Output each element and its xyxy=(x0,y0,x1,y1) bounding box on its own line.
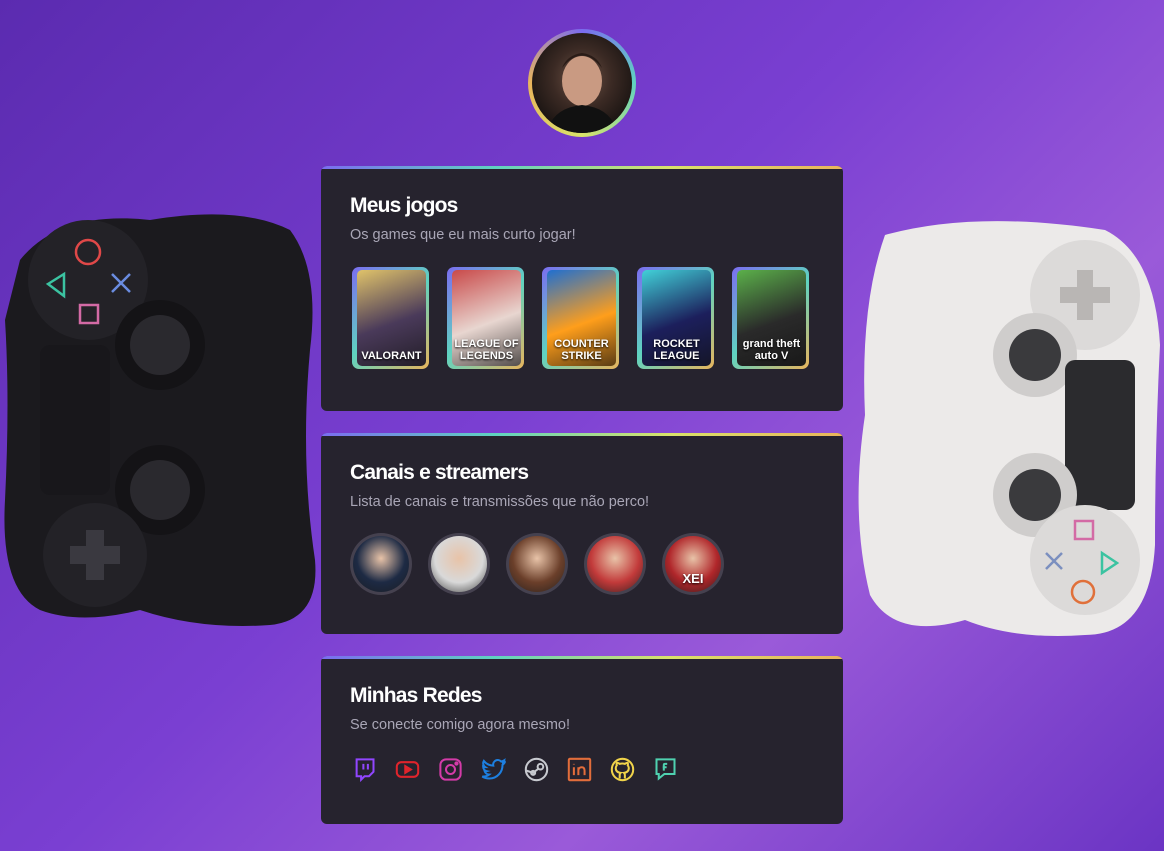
game-cover-art: grand theft auto V xyxy=(737,270,806,366)
linkedin-link[interactable] xyxy=(565,755,594,784)
game-cover-art: VALORANT xyxy=(357,270,426,366)
streamer-avatar-image xyxy=(509,536,565,592)
twitch-icon xyxy=(351,756,378,783)
game-label: COUNTER STRIKE xyxy=(554,338,609,362)
socials-subtitle: Se conecte comigo agora mesmo! xyxy=(350,717,571,733)
streamer-avatar[interactable] xyxy=(350,533,412,595)
steam-icon xyxy=(523,756,550,783)
youtube-icon xyxy=(394,756,421,783)
game-cover-art: ROCKET LEAGUE xyxy=(642,270,711,366)
games-card: Meus jogos Os games que eu mais curto jo… xyxy=(321,166,843,411)
youtube-link[interactable] xyxy=(393,755,422,784)
twitter-icon xyxy=(480,756,507,783)
streamer-avatar-image xyxy=(431,536,487,592)
streamer-avatar[interactable] xyxy=(506,533,568,595)
streamer-avatar[interactable] xyxy=(428,533,490,595)
linkedin-icon xyxy=(566,756,593,783)
games-subtitle: Os games que eu mais curto jogar! xyxy=(350,227,576,243)
profile-avatar-ring xyxy=(528,29,636,137)
forum-link[interactable] xyxy=(651,755,680,784)
instagram-icon xyxy=(437,756,464,783)
streamers-card: Canais e streamers Lista de canais e tra… xyxy=(321,433,843,634)
profile-avatar xyxy=(532,33,632,133)
steam-link[interactable] xyxy=(522,755,551,784)
twitter-link[interactable] xyxy=(479,755,508,784)
socials-card: Minhas Redes Se conecte comigo agora mes… xyxy=(321,656,843,824)
game-cover[interactable]: COUNTER STRIKE xyxy=(540,265,621,371)
game-label: VALORANT xyxy=(361,350,422,362)
streamer-avatar-image xyxy=(587,536,643,592)
games-title: Meus jogos xyxy=(350,194,458,217)
game-cover[interactable]: ROCKET LEAGUE xyxy=(635,265,716,371)
black-controller-image xyxy=(4,214,316,626)
game-label: ROCKET LEAGUE xyxy=(653,338,700,362)
streamers-subtitle: Lista de canais e transmissões que não p… xyxy=(350,494,650,510)
streamer-logo-text: XEI xyxy=(682,571,704,586)
game-cover[interactable]: VALORANT xyxy=(350,265,431,371)
game-label: grand theft auto V xyxy=(742,338,801,362)
streamers-list: XEI xyxy=(350,533,814,595)
streamer-avatar[interactable] xyxy=(584,533,646,595)
github-link[interactable] xyxy=(608,755,637,784)
github-icon xyxy=(609,756,636,783)
game-cover[interactable]: grand theft auto V xyxy=(730,265,811,371)
instagram-link[interactable] xyxy=(436,755,465,784)
socials-title: Minhas Redes xyxy=(350,684,482,707)
streamers-title: Canais e streamers xyxy=(350,461,529,484)
forum-icon xyxy=(652,756,679,783)
game-cover[interactable]: LEAGUE OF LEGENDS xyxy=(445,265,526,371)
streamer-avatar[interactable]: XEI xyxy=(662,533,724,595)
streamer-avatar-image: XEI xyxy=(665,536,721,592)
socials-list xyxy=(350,755,814,784)
game-label: LEAGUE OF LEGENDS xyxy=(454,338,519,362)
streamer-avatar-image xyxy=(353,536,409,592)
white-controller-image xyxy=(858,221,1160,636)
games-list: VALORANT LEAGUE OF LEGENDS COUNTER STRIKE R… xyxy=(350,265,814,371)
game-cover-art: COUNTER STRIKE xyxy=(547,270,616,366)
game-cover-art: LEAGUE OF LEGENDS xyxy=(452,270,521,366)
twitch-link[interactable] xyxy=(350,755,379,784)
